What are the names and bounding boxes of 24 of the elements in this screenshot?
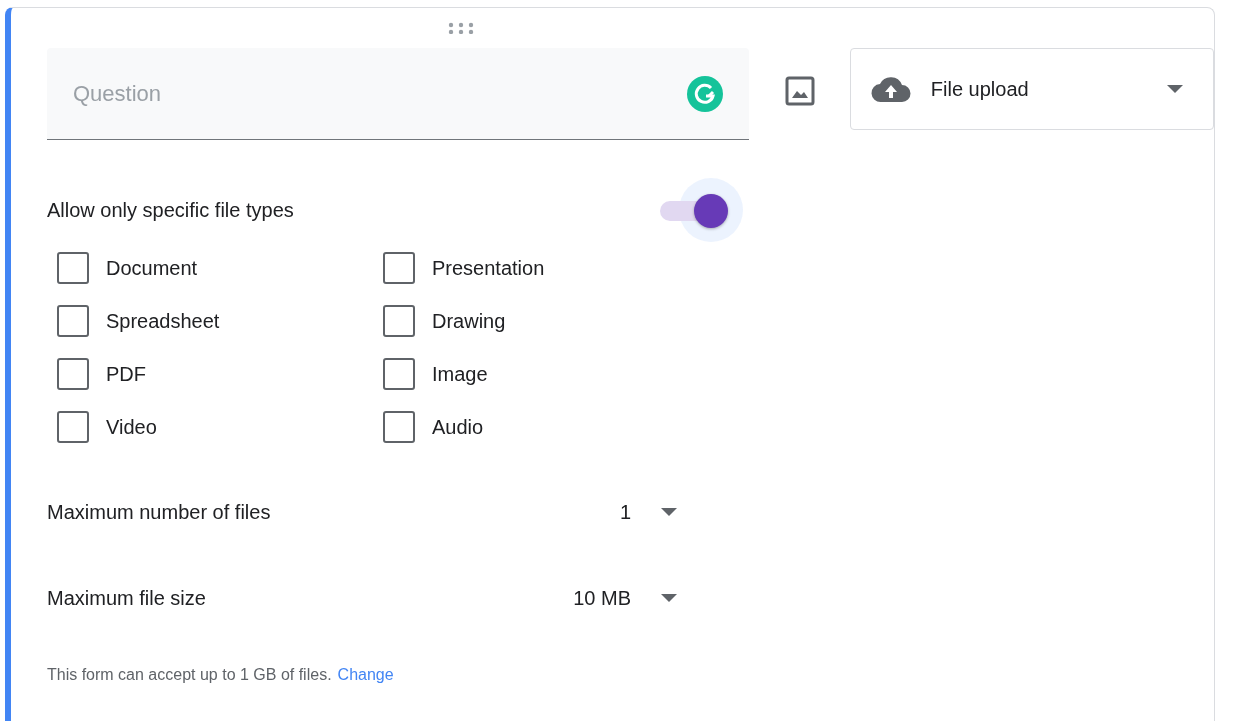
file-type-checkbox[interactable]: Presentation (383, 248, 683, 288)
file-type-checkbox[interactable]: PDF (57, 354, 383, 394)
setting-dropdown[interactable]: 1 (517, 497, 677, 527)
caret-icon (661, 594, 677, 602)
file-type-checkbox[interactable]: Audio (383, 407, 683, 447)
file-type-checkbox[interactable]: Drawing (383, 301, 683, 341)
image-icon[interactable] (783, 74, 817, 108)
change-link[interactable]: Change (337, 666, 394, 683)
caret-icon (661, 508, 677, 516)
file-type-checkbox[interactable]: Image (383, 354, 683, 394)
caret-icon (1167, 85, 1183, 93)
file-type-checkbox[interactable]: Document (57, 248, 383, 288)
cloud-upload-icon (870, 75, 911, 103)
file-type-checkbox[interactable]: Spreadsheet (57, 301, 383, 341)
setting-dropdown[interactable]: 10 MB (517, 583, 677, 613)
drag-handle-icon[interactable] (447, 22, 474, 34)
question-field[interactable]: Question (47, 48, 749, 140)
quota-note: This form can accept up to 1 GB of files. Change (47, 665, 395, 685)
setting-label: Allow only specific file types (47, 198, 294, 223)
question-type-dropdown[interactable]: File upload (849, 48, 1214, 130)
setting-label: Maximum file size (47, 586, 207, 611)
file-type-checkbox[interactable]: Video (57, 407, 383, 447)
setting-label: Maximum number of files (47, 500, 272, 525)
grammar-check-icon[interactable] (687, 76, 723, 112)
